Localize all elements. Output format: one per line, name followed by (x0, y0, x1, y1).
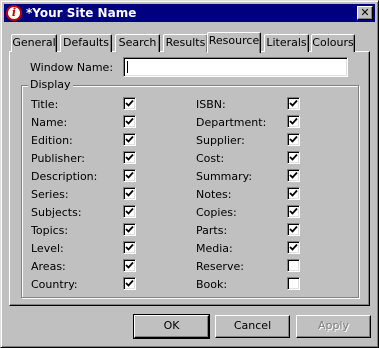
display-group-label: Display (28, 78, 73, 91)
label-media: Media: (196, 242, 233, 255)
label-copies: Copies: (196, 206, 237, 219)
tab-search[interactable]: Search (115, 34, 160, 52)
checkmark-icon (289, 99, 298, 107)
label-country: Country: (31, 278, 78, 291)
checkmark-icon (289, 135, 298, 143)
label-description: Description: (31, 170, 98, 183)
checkmark-icon (125, 261, 134, 269)
checkbox-isbn[interactable] (287, 97, 300, 110)
checkbox-name[interactable] (123, 115, 136, 128)
checkbox-topics[interactable] (123, 223, 136, 236)
window-name-label: Window Name: (30, 61, 114, 74)
checkmark-icon (289, 207, 298, 215)
tab-defaults[interactable]: Defaults (60, 34, 112, 52)
checkmark-icon (125, 117, 134, 125)
label-book: Book: (196, 278, 228, 291)
checkbox-description[interactable] (123, 169, 136, 182)
checkbox-areas[interactable] (123, 259, 136, 272)
checkmark-icon (289, 171, 298, 179)
checkmark-icon (125, 243, 134, 251)
checkbox-summary[interactable] (287, 169, 300, 182)
checkbox-publisher[interactable] (123, 151, 136, 164)
app-info-icon: i (6, 5, 22, 21)
tab-results[interactable]: Results (163, 34, 208, 52)
window-title: *Your Site Name (26, 6, 137, 20)
label-subjects: Subjects: (31, 206, 82, 219)
checkbox-level[interactable] (123, 241, 136, 254)
tab-general[interactable]: General (11, 34, 57, 52)
checkmark-icon (289, 117, 298, 125)
checkbox-edition[interactable] (123, 133, 136, 146)
checkbox-title[interactable] (123, 97, 136, 110)
checkbox-subjects[interactable] (123, 205, 136, 218)
label-topics: Topics: (31, 224, 69, 237)
checkmark-icon (289, 243, 298, 251)
label-cost: Cost: (196, 152, 225, 165)
label-areas: Areas: (31, 260, 66, 273)
tab-colours[interactable]: Colours (311, 34, 355, 52)
label-publisher: Publisher: (31, 152, 86, 165)
checkbox-country[interactable] (123, 277, 136, 290)
checkbox-book[interactable] (287, 277, 300, 290)
checkmark-icon (125, 207, 134, 215)
checkbox-media[interactable] (287, 241, 300, 254)
label-reserve: Reserve: (196, 260, 244, 273)
tab-literals[interactable]: Literals (264, 34, 309, 52)
dialog-window: i *Your Site Name ✕ General Defaults Sea… (0, 0, 379, 348)
cancel-button[interactable]: Cancel (215, 315, 290, 338)
label-summary: Summary: (196, 170, 253, 183)
checkmark-icon (125, 189, 134, 197)
label-department: Department: (196, 116, 267, 129)
tab-resource[interactable]: Resource (207, 32, 261, 53)
label-level: Level: (31, 242, 64, 255)
ok-button[interactable]: OK (133, 314, 210, 339)
checkmark-icon (125, 225, 134, 233)
checkbox-copies[interactable] (287, 205, 300, 218)
label-edition: Edition: (31, 134, 73, 147)
checkbox-parts[interactable] (287, 223, 300, 236)
checkbox-reserve[interactable] (287, 259, 300, 272)
label-parts: Parts: (196, 224, 228, 237)
checkbox-cost[interactable] (287, 151, 300, 164)
checkmark-icon (289, 225, 298, 233)
apply-button[interactable]: Apply (296, 315, 371, 338)
label-title: Title: (31, 98, 59, 111)
text-caret (127, 61, 128, 73)
display-groupbox (21, 85, 359, 298)
label-isbn: ISBN: (196, 98, 226, 111)
checkmark-icon (125, 171, 134, 179)
checkbox-supplier[interactable] (287, 133, 300, 146)
checkmark-icon (125, 99, 134, 107)
checkmark-icon (289, 189, 298, 197)
title-bar[interactable]: i *Your Site Name ✕ (4, 4, 375, 22)
close-button[interactable]: ✕ (357, 6, 373, 20)
checkmark-icon (125, 279, 134, 287)
checkmark-icon (125, 135, 134, 143)
checkbox-notes[interactable] (287, 187, 300, 200)
window-name-input[interactable] (123, 57, 348, 77)
label-supplier: Supplier: (196, 134, 245, 147)
checkbox-series[interactable] (123, 187, 136, 200)
label-series: Series: (31, 188, 69, 201)
checkmark-icon (125, 153, 134, 161)
label-notes: Notes: (196, 188, 232, 201)
checkbox-department[interactable] (287, 115, 300, 128)
label-name: Name: (31, 116, 68, 129)
checkmark-icon (289, 153, 298, 161)
